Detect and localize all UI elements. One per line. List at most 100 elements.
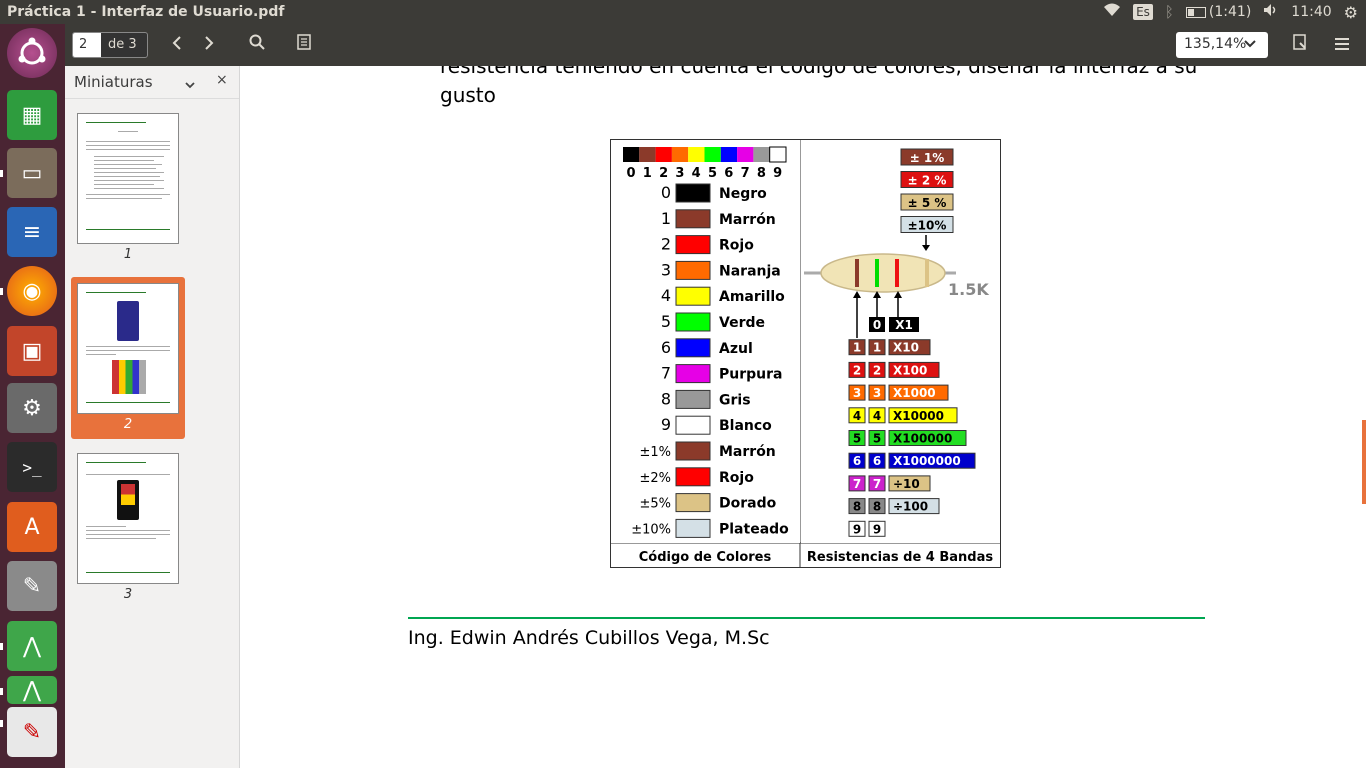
color-code-swatch <box>675 209 711 229</box>
system-settings-icon[interactable]: ⚙ <box>7 383 57 433</box>
annotations-button[interactable] <box>290 32 318 58</box>
sidebar-title: Miniaturas <box>74 73 153 91</box>
color-code-name: Dorado <box>719 496 777 512</box>
menu-button[interactable] <box>1328 32 1356 58</box>
battery-indicator[interactable]: (1:41) <box>1185 4 1252 20</box>
search-button[interactable] <box>243 32 271 58</box>
thumbnail-page-3[interactable]: 3 <box>71 447 185 609</box>
thumbnail-page-1[interactable]: 1 <box>71 107 185 269</box>
color-code-swatch <box>675 364 711 384</box>
page-number-input[interactable]: 2 <box>73 33 101 57</box>
color-code-name: Marrón <box>719 444 776 460</box>
strip-digit: 3 <box>675 166 684 181</box>
firefox-icon[interactable]: ◉ <box>7 266 57 316</box>
terminal-icon[interactable]: >_ <box>7 442 57 492</box>
color-code-number: 2 <box>661 235 671 254</box>
multiplier-label: ÷100 <box>893 500 928 514</box>
document-viewer-icon[interactable]: ✎ <box>7 707 57 757</box>
android-studio-icon[interactable]: ⋀ <box>7 621 57 671</box>
volume-icon[interactable] <box>1263 3 1279 21</box>
running-indicator <box>0 688 3 695</box>
color-code-swatch <box>675 389 711 409</box>
strip-swatch <box>769 146 787 163</box>
previous-page-button[interactable] <box>163 32 191 58</box>
digit-label: 9 <box>853 522 861 536</box>
caption-color-code: Código de Colores <box>639 550 772 565</box>
strip-swatch <box>753 147 770 162</box>
bluetooth-icon[interactable]: ᛒ <box>1165 3 1174 21</box>
color-code-name: Rojo <box>719 470 754 486</box>
tolerance-label: ± 2 % <box>908 174 947 188</box>
digit-label: 2 <box>853 363 861 377</box>
color-code-swatch <box>675 286 711 306</box>
tolerance-label: ±10% <box>908 219 947 233</box>
digit-label: 1 <box>853 341 861 355</box>
clock[interactable]: 11:40 <box>1291 4 1331 20</box>
digit-label: 9 <box>873 522 881 536</box>
next-page-button[interactable] <box>195 32 223 58</box>
zoom-value: 135,14% <box>1184 36 1247 52</box>
libreoffice-impress-icon[interactable]: ▣ <box>7 326 57 376</box>
color-code-number: 3 <box>661 260 671 279</box>
view-mode-button[interactable] <box>1286 32 1314 58</box>
software-center-icon[interactable]: A <box>7 502 57 552</box>
digit-label: 6 <box>853 454 861 468</box>
sidebar-mode-dropdown[interactable] <box>185 75 195 93</box>
color-code-swatch <box>675 260 711 280</box>
digit-label: 7 <box>873 477 881 491</box>
libreoffice-calc-icon[interactable]: ▦ <box>7 90 57 140</box>
zoom-select[interactable]: 135,14% <box>1176 32 1268 58</box>
color-code-number: ±5% <box>639 497 671 512</box>
digit-label: 5 <box>873 432 881 446</box>
ubuntu-dash-icon[interactable] <box>7 28 57 78</box>
scrollbar-indicator[interactable] <box>1362 420 1366 504</box>
color-code-name: Purpura <box>719 367 782 383</box>
strip-digit: 0 <box>626 166 635 181</box>
digit-label: 5 <box>853 432 861 446</box>
color-code-number: 9 <box>661 415 671 434</box>
color-code-number: 8 <box>661 389 671 408</box>
color-code-swatch <box>675 235 711 255</box>
color-code-name: Rojo <box>719 238 754 254</box>
thumbnail-image <box>77 453 179 584</box>
settings-gear-icon[interactable]: ⚙ <box>1344 3 1358 22</box>
digit-label: 8 <box>873 500 881 514</box>
keyboard-layout-indicator[interactable]: Es <box>1133 4 1153 20</box>
running-indicator <box>0 288 3 295</box>
strip-digit: 2 <box>659 166 668 181</box>
chevron-right-icon <box>205 36 214 50</box>
digit-label: 0 <box>873 318 881 332</box>
thumbnail-page-2[interactable]: 2 <box>71 277 185 439</box>
files-icon[interactable]: ▭ <box>7 148 57 198</box>
color-code-number: ±10% <box>631 522 671 537</box>
multiplier-label: X100000 <box>893 432 952 446</box>
digit-label: 3 <box>873 386 881 400</box>
strip-swatch <box>671 147 689 162</box>
paragraph-line-2: gusto <box>440 83 496 107</box>
window-title: Práctica 1 - Interfaz de Usuario.pdf <box>7 4 285 20</box>
sidebar-header: Miniaturas × <box>65 66 239 99</box>
color-code-number: 1 <box>661 209 671 228</box>
strip-digit: 4 <box>692 166 701 181</box>
libreoffice-writer-icon[interactable]: ≡ <box>7 207 57 257</box>
android-studio-icon-2[interactable]: ⋀ <box>7 676 57 704</box>
color-code-number: 0 <box>661 183 671 202</box>
document-view[interactable]: resistencia teniendo en cuenta el código… <box>241 66 1366 768</box>
color-code-name: Negro <box>719 186 767 202</box>
color-code-name: Naranja <box>719 263 781 279</box>
wifi-icon[interactable] <box>1103 3 1121 21</box>
color-code-name: Plateado <box>719 521 789 537</box>
battery-icon <box>1185 6 1206 18</box>
thumbnail-label: 2 <box>123 417 133 432</box>
multiplier-label: X100 <box>893 363 927 377</box>
chevron-down-icon <box>1244 40 1256 48</box>
running-indicator <box>0 720 3 727</box>
thumbnail-label: 1 <box>123 247 133 262</box>
color-code-swatch <box>675 441 711 461</box>
unity-launcher: ▦ ▭ ≡ ◉ ▣ ⚙ >_ A ✎ ⋀ ⋀ ✎ <box>0 24 65 768</box>
text-editor-icon[interactable]: ✎ <box>7 561 57 611</box>
strip-digit: 6 <box>724 166 733 181</box>
color-code-number: 6 <box>661 338 671 357</box>
battery-time: (1:41) <box>1208 4 1252 20</box>
close-sidebar-button[interactable]: × <box>216 72 228 88</box>
